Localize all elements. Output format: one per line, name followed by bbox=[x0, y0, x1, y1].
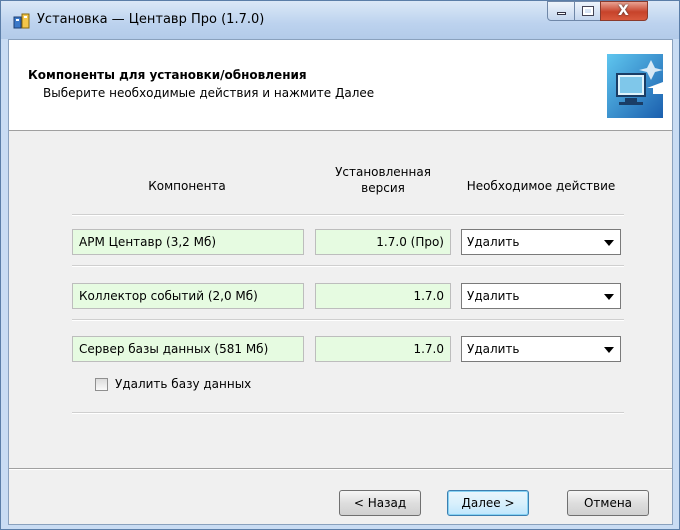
installed-version-field: 1.7.0 (Про) bbox=[315, 229, 451, 255]
component-name-field: Коллектор событий (2,0 Мб) bbox=[72, 283, 304, 309]
installer-window: Установка — Центавр Про (1.7.0) X Компон… bbox=[0, 0, 680, 530]
action-dropdown-value: Удалить bbox=[467, 289, 520, 303]
minimize-icon bbox=[557, 12, 566, 15]
back-button[interactable]: < Назад bbox=[339, 490, 421, 516]
component-name-field: АРМ Центавр (3,2 Мб) bbox=[72, 229, 304, 255]
next-button[interactable]: Далее > bbox=[447, 490, 529, 516]
column-header-action: Необходимое действие bbox=[466, 179, 616, 193]
action-dropdown-value: Удалить bbox=[467, 342, 520, 356]
delete-database-label[interactable]: Удалить базу данных bbox=[115, 377, 251, 391]
separator-line bbox=[72, 265, 624, 267]
action-dropdown[interactable]: Удалить bbox=[461, 336, 621, 362]
separator-line bbox=[72, 214, 624, 216]
dropdown-arrow-icon bbox=[604, 294, 614, 300]
maximize-icon bbox=[583, 7, 593, 15]
dropdown-arrow-icon bbox=[604, 240, 614, 246]
dialog-client-area: Компоненты для установки/обновления Выбе… bbox=[8, 39, 673, 525]
page-header: Компоненты для установки/обновления Выбе… bbox=[9, 40, 672, 131]
column-header-version: Установленная версия bbox=[335, 165, 431, 195]
installed-version-field: 1.7.0 bbox=[315, 283, 451, 309]
computer-arrow-icon bbox=[607, 54, 663, 118]
window-title: Установка — Центавр Про (1.7.0) bbox=[37, 12, 265, 27]
close-button[interactable]: X bbox=[600, 1, 648, 21]
maximize-button[interactable] bbox=[574, 1, 601, 21]
separator-line bbox=[72, 412, 624, 414]
cancel-button[interactable]: Отмена bbox=[567, 490, 649, 516]
action-dropdown[interactable]: Удалить bbox=[461, 229, 621, 255]
close-icon: X bbox=[618, 3, 629, 19]
page-subtitle: Выберите необходимые действия и нажмите … bbox=[43, 86, 375, 100]
installed-version-field: 1.7.0 bbox=[315, 336, 451, 362]
delete-database-checkbox[interactable] bbox=[95, 378, 108, 391]
action-dropdown[interactable]: Удалить bbox=[461, 283, 621, 309]
column-header-component: Компонента bbox=[148, 179, 226, 193]
component-name-field: Сервер базы данных (581 Мб) bbox=[72, 336, 304, 362]
footer-divider bbox=[9, 468, 672, 470]
dropdown-arrow-icon bbox=[604, 347, 614, 353]
page-title: Компоненты для установки/обновления bbox=[28, 68, 307, 82]
separator-line bbox=[72, 319, 624, 321]
title-bar[interactable]: Установка — Центавр Про (1.7.0) X bbox=[1, 1, 679, 39]
installer-app-icon bbox=[13, 13, 30, 29]
minimize-button[interactable] bbox=[547, 1, 575, 21]
action-dropdown-value: Удалить bbox=[467, 235, 520, 249]
